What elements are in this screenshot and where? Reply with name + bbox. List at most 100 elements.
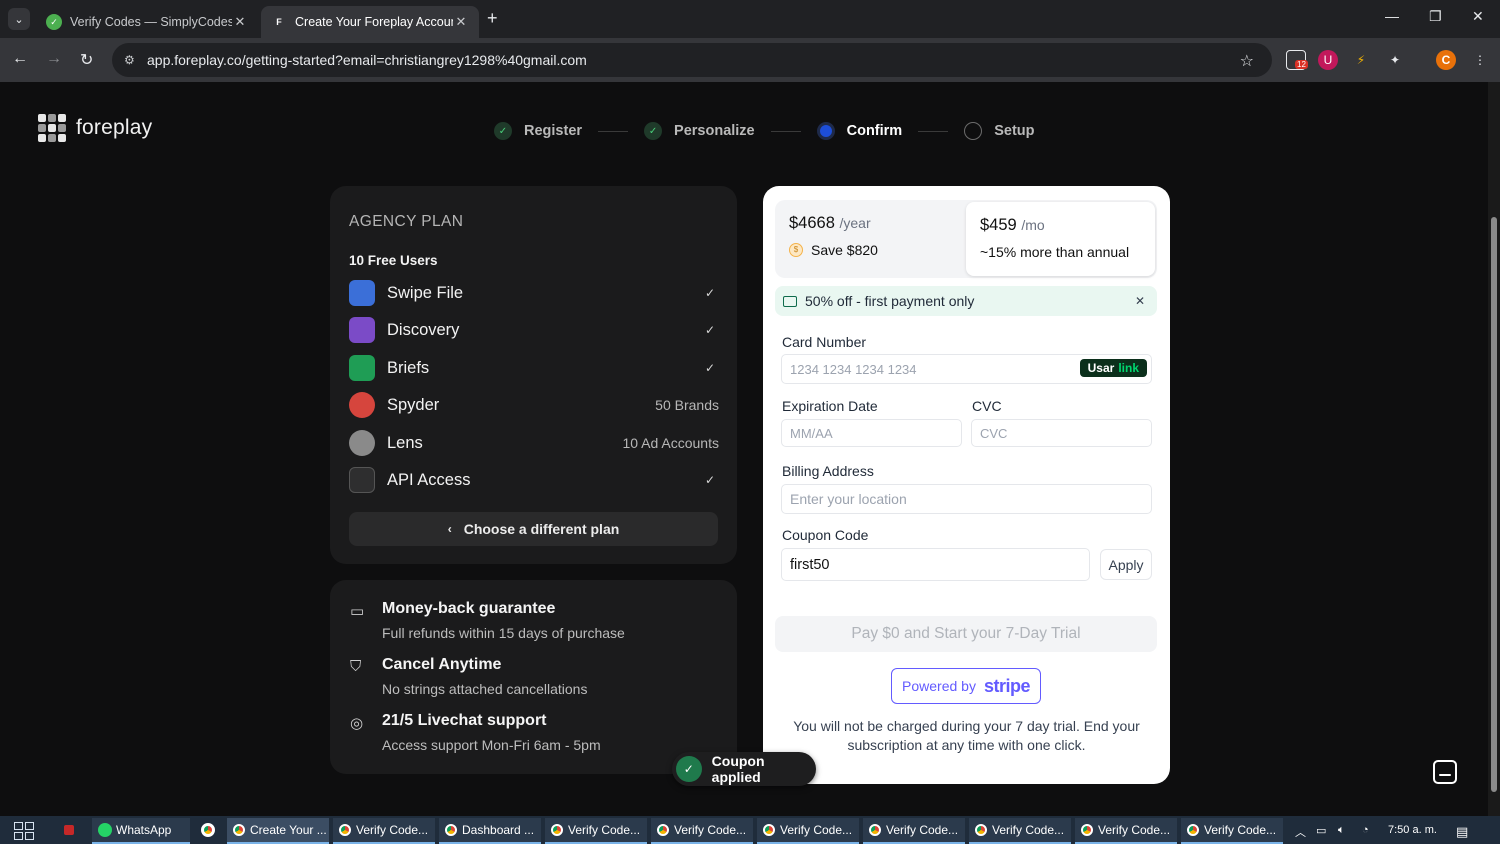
app-icon[interactable] xyxy=(64,825,74,835)
taskbar-window[interactable]: Dashboard ... xyxy=(439,818,541,844)
reload-button[interactable]: ↻ xyxy=(80,50,93,70)
choose-different-plan-button[interactable]: ‹ Choose a different plan xyxy=(349,512,718,546)
tab-create-account[interactable]: F Create Your Foreplay Account | ✕ xyxy=(261,6,479,38)
close-tab-icon[interactable]: ✕ xyxy=(232,14,248,30)
tray-chevron-icon[interactable]: ︿ xyxy=(1295,824,1306,840)
lightning-extension-icon[interactable]: ⚡ xyxy=(1351,50,1371,70)
feature-name: Swipe File xyxy=(387,283,464,302)
step-confirm: Confirm xyxy=(816,122,902,140)
swipe-file-icon xyxy=(349,280,375,306)
expiration-field[interactable]: MM/AA xyxy=(781,419,962,447)
feature-name: Discovery xyxy=(387,320,460,339)
close-window-button[interactable]: ✕ xyxy=(1472,8,1484,25)
feature-lens: Lens 10 Ad Accounts xyxy=(349,428,719,458)
feature-value: 10 Ad Accounts xyxy=(622,435,719,451)
step-label: Register xyxy=(524,123,583,139)
billing-address-label: Billing Address xyxy=(782,463,874,479)
chrome-icon xyxy=(763,824,775,836)
api-icon xyxy=(349,467,375,493)
feature-value: ✓ xyxy=(704,361,715,375)
whatsapp-icon xyxy=(98,823,112,837)
extension-icon[interactable]: 12 xyxy=(1286,50,1308,70)
site-info-icon[interactable]: ⚙ xyxy=(124,53,144,67)
link-pay-button[interactable]: Usar link xyxy=(1079,359,1147,377)
powered-by-stripe[interactable]: Powered by stripe xyxy=(891,668,1041,704)
guarantee-desc: No strings attached cancellations xyxy=(382,681,588,697)
browser-toolbar: ← → ↻ ⚙ app.foreplay.co/getting-started?… xyxy=(0,38,1500,82)
new-tab-button[interactable]: + xyxy=(487,8,498,29)
check-icon: ✓ xyxy=(676,756,702,782)
brand-name: foreplay xyxy=(76,116,153,139)
feature-name: Spyder xyxy=(387,395,440,414)
button-label: Choose a different plan xyxy=(463,521,620,537)
guarantee-title: 21/5 Livechat support xyxy=(382,712,547,729)
coupon-code-field[interactable]: first50 xyxy=(781,548,1090,581)
simplycodes-icon: ✓ xyxy=(46,14,62,30)
feature-name: Briefs xyxy=(387,358,430,377)
annual-option[interactable]: $4668 /year $ Save $820 xyxy=(775,200,965,278)
battery-icon[interactable]: ▭ xyxy=(1316,824,1326,837)
lifebuoy-icon: ◎ xyxy=(350,715,364,732)
cvc-field[interactable]: CVC xyxy=(971,419,1152,447)
chrome-icon[interactable] xyxy=(201,823,215,837)
notifications-icon[interactable]: ▤ xyxy=(1456,824,1468,840)
step-personalize: ✓ Personalize xyxy=(644,122,755,140)
stripe-logo: stripe xyxy=(983,675,1031,696)
restore-button[interactable]: ❐ xyxy=(1429,8,1442,25)
coin-icon: $ xyxy=(789,243,803,257)
taskbar-create-account[interactable]: Create Your ... xyxy=(227,818,329,844)
step-divider xyxy=(918,130,949,132)
foreplay-logo[interactable]: foreplay xyxy=(38,114,152,142)
chrome-icon xyxy=(233,824,245,836)
promo-text: 50% off - first payment only xyxy=(805,293,975,309)
remove-promo-icon[interactable]: ✕ xyxy=(1135,294,1145,308)
profile-avatar[interactable]: C xyxy=(1436,50,1456,70)
guarantee-title: Money-back guarantee xyxy=(382,600,556,617)
guarantee-desc: Access support Mon-Fri 6am - 5pm xyxy=(382,737,601,753)
taskbar-window[interactable]: Verify Code... xyxy=(969,818,1071,844)
minimize-button[interactable]: — xyxy=(1385,8,1399,24)
money-back-icon: ▭ xyxy=(350,603,365,620)
card-number-field[interactable]: 1234 1234 1234 1234 Usar link xyxy=(781,354,1152,384)
address-bar[interactable]: ⚙ app.foreplay.co/getting-started?email=… xyxy=(112,43,1272,77)
volume-icon[interactable]: 🔈︎ xyxy=(1338,824,1345,837)
guarantee-title: Cancel Anytime xyxy=(382,656,502,673)
task-view-icon[interactable] xyxy=(14,822,34,840)
feature-spyder: Spyder 50 Brands xyxy=(349,390,719,420)
apply-coupon-button[interactable]: Apply xyxy=(1100,549,1152,580)
tab-search-button[interactable]: ⌄ xyxy=(8,8,30,30)
feature-value: 50 Brands xyxy=(655,397,719,413)
bookmark-star-icon[interactable]: ☆ xyxy=(1240,51,1254,71)
chat-icon[interactable] xyxy=(1433,760,1457,784)
taskbar-window[interactable]: Verify Code... xyxy=(651,818,753,844)
clock[interactable]: 7:50 a. m. xyxy=(1388,824,1437,836)
taskbar-window[interactable]: Verify Code... xyxy=(863,818,965,844)
monthly-option[interactable]: $459 /mo ~15% more than annual xyxy=(966,202,1155,276)
taskbar-window[interactable]: Verify Code... xyxy=(1181,818,1283,844)
taskbar-window[interactable]: Verify Code... xyxy=(757,818,859,844)
close-tab-icon[interactable]: ✕ xyxy=(453,14,469,30)
back-button[interactable]: ← xyxy=(12,50,28,68)
billing-address-field[interactable]: Enter your location xyxy=(781,484,1152,514)
scrollbar-thumb[interactable] xyxy=(1491,217,1497,792)
taskbar-window[interactable]: Verify Code... xyxy=(1075,818,1177,844)
wifi-icon[interactable]: ◔ xyxy=(1362,824,1369,836)
taskbar-window[interactable]: Verify Code... xyxy=(333,818,435,844)
step-divider xyxy=(770,130,801,132)
start-trial-button[interactable]: Pay $0 and Start your 7-Day Trial xyxy=(775,616,1157,652)
chevron-left-icon: ‹ xyxy=(447,522,452,536)
feature-value: ✓ xyxy=(704,473,715,487)
pending-step-icon xyxy=(964,122,983,140)
page-scrollbar[interactable] xyxy=(1488,82,1500,816)
tab-verify-codes[interactable]: ✓ Verify Codes — SimplyCodes ✕ xyxy=(36,6,258,38)
feature-value: ✓ xyxy=(704,286,715,300)
forward-button[interactable]: → xyxy=(46,50,62,68)
free-users: 10 Free Users xyxy=(349,253,438,268)
plan-title: AGENCY PLAN xyxy=(349,213,464,230)
menu-kebab-icon[interactable]: ⋮ xyxy=(1470,50,1490,70)
ublock-icon[interactable]: U xyxy=(1318,50,1338,70)
extensions-puzzle-icon[interactable]: ✦ xyxy=(1385,50,1405,70)
taskbar-window[interactable]: Verify Code... xyxy=(545,818,647,844)
chrome-icon xyxy=(975,824,987,836)
taskbar-whatsapp[interactable]: WhatsApp xyxy=(92,818,190,844)
